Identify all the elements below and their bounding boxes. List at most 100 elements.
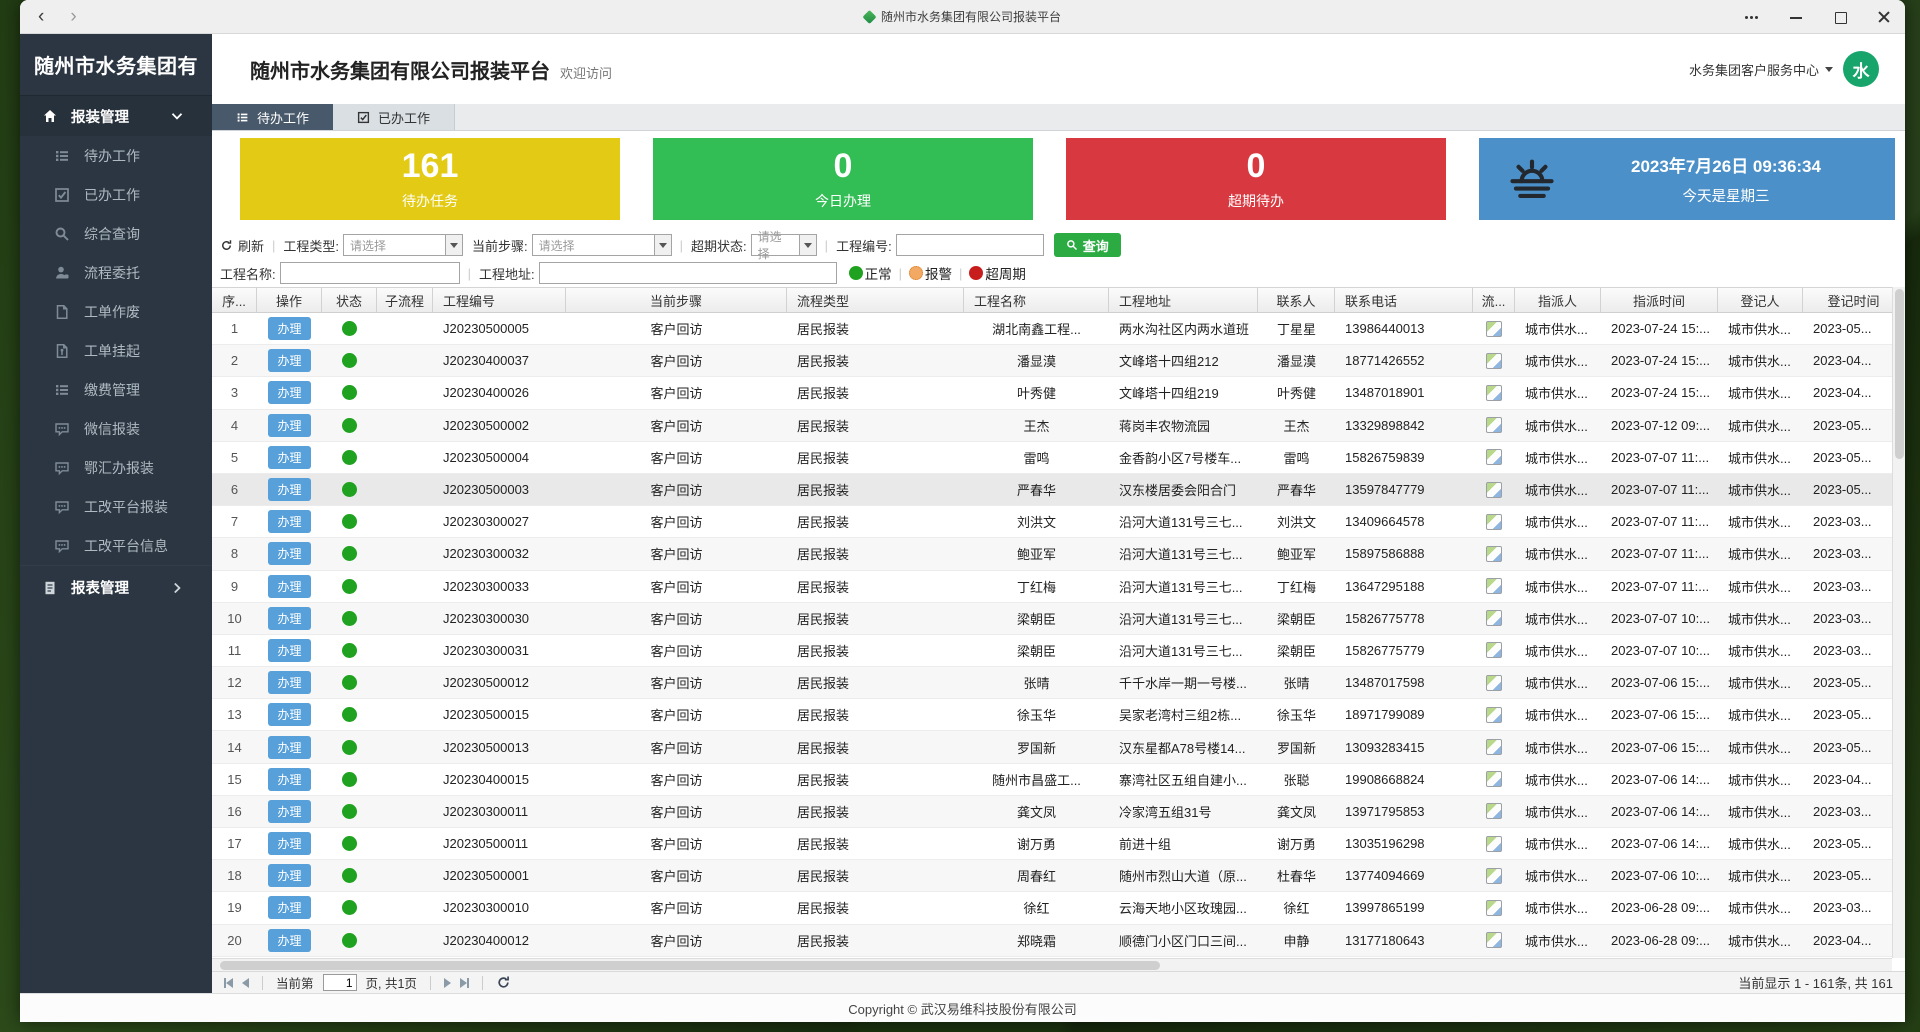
- flow-chart-icon[interactable]: [1486, 836, 1502, 852]
- flow-chart-icon[interactable]: [1486, 868, 1502, 884]
- column-header-4[interactable]: 工程编号: [433, 288, 566, 312]
- sidebar-item-8[interactable]: 微信报装: [20, 409, 212, 448]
- current-step-select[interactable]: 请选择: [532, 234, 672, 256]
- sidebar-section-baozhuang[interactable]: 报装管理: [20, 96, 212, 136]
- table-row[interactable]: 13办理J20230500015客户回访居民报装徐玉华吴家老湾村三组2栋...徐…: [212, 699, 1892, 731]
- table-row[interactable]: 10办理J20230300030客户回访居民报装梁朝臣沿河大道131号三七...…: [212, 603, 1892, 635]
- flow-chart-icon[interactable]: [1486, 771, 1502, 787]
- next-page-button[interactable]: [444, 975, 451, 991]
- stat-card-overdue[interactable]: 0 超期待办: [1066, 138, 1446, 220]
- table-row[interactable]: 18办理J20230500001客户回访居民报装周春红随州市烈山大道（原...杜…: [212, 860, 1892, 892]
- table-row[interactable]: 19办理J20230300010客户回访居民报装徐红云海天地小区玫瑰园...徐红…: [212, 892, 1892, 924]
- tab-todo-work[interactable]: 待办工作: [212, 104, 333, 130]
- column-header-9[interactable]: 联系人: [1258, 288, 1335, 312]
- sidebar-item-9[interactable]: 鄂汇办报装: [20, 448, 212, 487]
- forward-arrow-icon[interactable]: ›: [70, 7, 76, 26]
- table-row[interactable]: 17办理J20230500011客户回访居民报装谢万勇前进十组谢万勇130351…: [212, 828, 1892, 860]
- flow-chart-icon[interactable]: [1486, 900, 1502, 916]
- column-header-7[interactable]: 工程名称: [964, 288, 1109, 312]
- sidebar-item-4[interactable]: 流程委托: [20, 253, 212, 292]
- column-header-5[interactable]: 当前步骤: [566, 288, 787, 312]
- handle-button[interactable]: 办理: [268, 349, 310, 372]
- handle-button[interactable]: 办理: [268, 800, 310, 823]
- column-header-8[interactable]: 工程地址: [1109, 288, 1258, 312]
- overdue-status-select[interactable]: 请选择: [751, 234, 817, 256]
- minimize-icon[interactable]: [1789, 10, 1803, 24]
- handle-button[interactable]: 办理: [268, 864, 310, 887]
- sidebar-item-7[interactable]: 缴费管理: [20, 370, 212, 409]
- table-row[interactable]: 16办理J20230300011客户回访居民报装龚文凤冷家湾五组31号龚文凤13…: [212, 796, 1892, 828]
- back-arrow-icon[interactable]: ‹: [38, 7, 44, 26]
- sidebar-item-1[interactable]: 待办工作: [20, 136, 212, 175]
- sidebar-item-2[interactable]: 已办工作: [20, 175, 212, 214]
- table-row[interactable]: 8办理J20230300032客户回访居民报装鲍亚军沿河大道131号三七...鲍…: [212, 538, 1892, 570]
- table-row[interactable]: 11办理J20230300031客户回访居民报装梁朝臣沿河大道131号三七...…: [212, 635, 1892, 667]
- sidebar-section-report[interactable]: 报表管理: [20, 565, 212, 609]
- vertical-scrollbar[interactable]: [1892, 287, 1905, 958]
- column-header-13[interactable]: 指派时间: [1601, 288, 1718, 312]
- handle-button[interactable]: 办理: [268, 446, 310, 469]
- column-header-1[interactable]: 操作: [257, 288, 322, 312]
- close-icon[interactable]: [1877, 10, 1891, 24]
- column-header-3[interactable]: 子流程: [377, 288, 433, 312]
- stat-card-pending[interactable]: 161 待办任务: [240, 138, 620, 220]
- handle-button[interactable]: 办理: [268, 703, 310, 726]
- table-row[interactable]: 6办理J20230500003客户回访居民报装严春华汉东楼居委会阳合门严春华13…: [212, 474, 1892, 506]
- sidebar-item-5[interactable]: 工单作废: [20, 292, 212, 331]
- flow-chart-icon[interactable]: [1486, 482, 1502, 498]
- avatar[interactable]: 水: [1843, 51, 1879, 87]
- flow-chart-icon[interactable]: [1486, 707, 1502, 723]
- more-options-icon[interactable]: [1745, 10, 1759, 24]
- column-header-2[interactable]: 状态: [322, 288, 377, 312]
- column-header-6[interactable]: 流程类型: [787, 288, 964, 312]
- flow-chart-icon[interactable]: [1486, 803, 1502, 819]
- handle-button[interactable]: 办理: [268, 510, 310, 533]
- flow-chart-icon[interactable]: [1486, 739, 1502, 755]
- table-row[interactable]: 14办理J20230500013客户回访居民报装罗国新汉东星都A78号楼14..…: [212, 731, 1892, 763]
- handle-button[interactable]: 办理: [268, 607, 310, 630]
- handle-button[interactable]: 办理: [268, 575, 310, 598]
- flow-chart-icon[interactable]: [1486, 353, 1502, 369]
- flow-chart-icon[interactable]: [1486, 675, 1502, 691]
- flow-chart-icon[interactable]: [1486, 449, 1502, 465]
- column-header-15[interactable]: 登记时间: [1803, 288, 1905, 312]
- project-name-input[interactable]: [280, 262, 460, 284]
- column-header-14[interactable]: 登记人: [1718, 288, 1803, 312]
- sidebar-item-3[interactable]: 综合查询: [20, 214, 212, 253]
- horizontal-scrollbar[interactable]: [212, 958, 1892, 971]
- flow-chart-icon[interactable]: [1486, 321, 1502, 337]
- vertical-scrollbar-thumb[interactable]: [1895, 289, 1904, 459]
- tab-done-work[interactable]: 已办工作: [333, 104, 455, 130]
- flow-chart-icon[interactable]: [1486, 417, 1502, 433]
- column-header-10[interactable]: 联系电话: [1335, 288, 1473, 312]
- table-row[interactable]: 1办理J20230500005客户回访居民报装湖北南鑫工程...两水沟社区内两水…: [212, 313, 1892, 345]
- handle-button[interactable]: 办理: [268, 317, 310, 340]
- project-address-input[interactable]: [539, 262, 837, 284]
- column-header-11[interactable]: 流...: [1473, 288, 1515, 312]
- flow-chart-icon[interactable]: [1486, 578, 1502, 594]
- handle-button[interactable]: 办理: [268, 768, 310, 791]
- prev-page-button[interactable]: [242, 975, 249, 991]
- first-page-button[interactable]: [224, 975, 233, 991]
- refresh-button[interactable]: 刷新: [220, 236, 264, 255]
- stat-card-today[interactable]: 0 今日办理: [653, 138, 1033, 220]
- table-row[interactable]: 20办理J20230400012客户回访居民报装郑晓霜顺德门小区门口三间...申…: [212, 925, 1892, 957]
- handle-button[interactable]: 办理: [268, 929, 310, 952]
- sidebar-item-6[interactable]: 工单挂起: [20, 331, 212, 370]
- table-row[interactable]: 15办理J20230400015客户回访居民报装随州市昌盛工...寨湾社区五组自…: [212, 764, 1892, 796]
- horizontal-scrollbar-thumb[interactable]: [220, 961, 1160, 970]
- table-row[interactable]: 12办理J20230500012客户回访居民报装张晴千千水岸一期一号楼...张晴…: [212, 667, 1892, 699]
- handle-button[interactable]: 办理: [268, 478, 310, 501]
- table-row[interactable]: 7办理J20230300027客户回访居民报装刘洪文沿河大道131号三七...刘…: [212, 506, 1892, 538]
- sidebar-item-11[interactable]: 工改平台信息: [20, 526, 212, 565]
- handle-button[interactable]: 办理: [268, 832, 310, 855]
- sidebar-item-10[interactable]: 工改平台报装: [20, 487, 212, 526]
- handle-button[interactable]: 办理: [268, 736, 310, 759]
- handle-button[interactable]: 办理: [268, 671, 310, 694]
- last-page-button[interactable]: [460, 975, 469, 991]
- table-row[interactable]: 4办理J20230500002客户回访居民报装王杰蒋岗丰农物流园王杰133298…: [212, 410, 1892, 442]
- table-row[interactable]: 5办理J20230500004客户回访居民报装雷鸣金香韵小区7号楼车...雷鸣1…: [212, 442, 1892, 474]
- table-row[interactable]: 3办理J20230400026客户回访居民报装叶秀健文峰塔十四组219叶秀健13…: [212, 377, 1892, 409]
- handle-button[interactable]: 办理: [268, 639, 310, 662]
- handle-button[interactable]: 办理: [268, 896, 310, 919]
